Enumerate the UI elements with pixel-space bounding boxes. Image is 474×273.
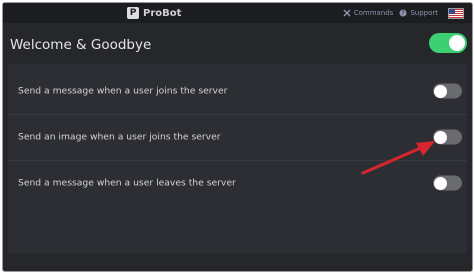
app-window: P ProBot Commands ? Support Welcome & Go… — [2, 2, 473, 272]
annotation-arrow-icon — [361, 141, 435, 175]
